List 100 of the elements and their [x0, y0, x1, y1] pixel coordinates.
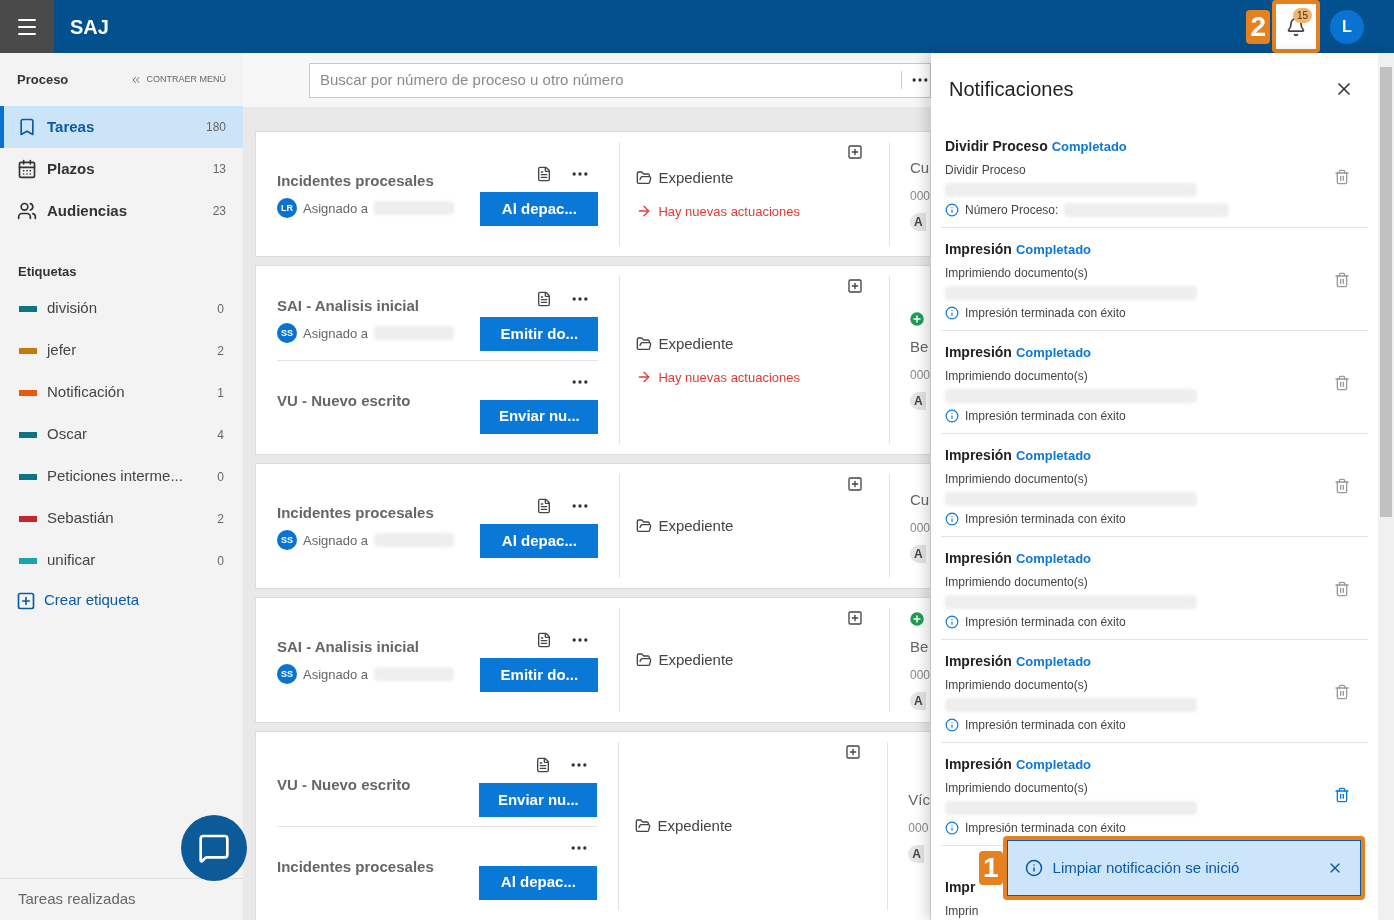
file-label[interactable]: Expediente [658, 514, 734, 538]
task-action-button[interactable]: Enviar nu... [480, 399, 599, 434]
tag-label: unificar [47, 550, 97, 571]
window-plus-icon[interactable] [846, 278, 863, 294]
document-icon[interactable] [535, 757, 552, 773]
tag-item[interactable]: Peticiones interme... 0 [0, 455, 243, 498]
collapse-menu-button[interactable]: CONTRAER MENÚ [130, 72, 226, 87]
window-plus-icon[interactable] [846, 610, 863, 626]
user-avatar: LR [277, 198, 297, 219]
nav-count: 23 [212, 203, 226, 220]
completed-tasks-link[interactable]: Tareas realizadas [18, 888, 136, 911]
document-icon[interactable] [536, 632, 553, 648]
scrollbar[interactable] [1378, 53, 1394, 920]
window-plus-icon[interactable] [845, 744, 862, 760]
create-tag-link[interactable]: Crear etiqueta [0, 585, 243, 616]
tag-count: 2 [217, 510, 224, 528]
file-label[interactable]: Expediente [658, 167, 734, 190]
window-plus-icon[interactable] [846, 476, 863, 492]
nav-item[interactable]: Plazos 13 [0, 148, 243, 190]
tag-label: Oscar [47, 424, 88, 445]
trash-icon[interactable] [1334, 684, 1350, 700]
document-icon[interactable] [536, 166, 553, 182]
file-label[interactable]: Expediente [658, 648, 734, 672]
document-icon[interactable] [536, 291, 553, 307]
column-3-title: Víc [908, 789, 930, 810]
info-icon [1024, 859, 1043, 877]
task-title: SAI - Analisis inicial [277, 295, 420, 316]
tag-item[interactable]: Oscar 4 [0, 413, 243, 456]
tag-count: 1 [217, 384, 224, 402]
tag-item[interactable]: Sebastián 2 [0, 497, 243, 540]
notification-subtitle: Imprimiendo documento(s) [945, 367, 1089, 385]
column-3-number: 000 [909, 520, 930, 538]
tag-label: Notificación [47, 382, 126, 403]
notifications-button[interactable]: 15 [1272, 0, 1320, 53]
people-icon [17, 201, 37, 221]
task-title: Incidentes procesales [277, 170, 435, 191]
user-avatar: SS [277, 664, 297, 685]
user-avatar: SS [277, 530, 297, 551]
new-activity-link[interactable]: Hay nuevas actuaciones [658, 201, 801, 221]
chat-icon [198, 832, 230, 864]
trash-icon[interactable] [1334, 272, 1350, 288]
notification-title: Impresión [945, 548, 1012, 568]
task-action-button[interactable]: Al depac... [479, 865, 598, 900]
trash-icon[interactable] [1334, 375, 1350, 391]
trash-icon[interactable] [1334, 478, 1350, 494]
section-title: Proceso [17, 70, 69, 89]
user-avatar[interactable]: L [1330, 9, 1364, 44]
column-3-title: Be [909, 336, 930, 357]
nav-count: 13 [212, 161, 226, 178]
tag-count: 2 [217, 342, 224, 360]
tag-label: división [47, 298, 99, 319]
column-3-chip: A [909, 392, 926, 411]
status-label: Completado [1015, 652, 1092, 671]
folder-icon [635, 818, 652, 834]
task-action-button[interactable]: Emitir do... [480, 658, 599, 692]
nav-label: Tareas [47, 116, 96, 137]
trash-icon[interactable] [1334, 581, 1350, 597]
file-label[interactable]: Expediente [657, 814, 733, 838]
column-3-number: 000 [908, 820, 930, 838]
notification-detail: Impresión terminada con éxito [965, 819, 1126, 837]
tag-item[interactable]: unificar 0 [0, 539, 243, 582]
window-plus-icon[interactable] [846, 144, 863, 160]
trash-icon[interactable] [1334, 169, 1350, 185]
notification-title: Impresión [945, 651, 1012, 671]
tag-item[interactable]: división 0 [0, 287, 243, 330]
tag-count: 4 [217, 426, 224, 444]
notification-title: Impresión [945, 445, 1012, 465]
document-icon[interactable] [536, 498, 553, 514]
plus-circle-icon[interactable] [907, 609, 926, 628]
info-icon [945, 305, 959, 320]
column-3-title: Cu [909, 157, 930, 178]
add-tag-icon [16, 590, 36, 611]
task-action-button[interactable]: Al depac... [480, 192, 599, 226]
menu-button[interactable] [0, 0, 54, 53]
column-3-number: 000 [909, 367, 930, 385]
notification-detail: Impresión terminada con éxito [965, 304, 1126, 322]
callout-badge: 2 [1246, 9, 1270, 44]
assigned-label: Asignado a [303, 665, 369, 684]
notification-detail: Impresión terminada con éxito [965, 510, 1126, 528]
new-activity-link[interactable]: Hay nuevas actuaciones [658, 367, 801, 387]
task-action-button[interactable]: Al depac... [480, 524, 599, 558]
tags-title: Etiquetas [17, 263, 78, 281]
nav-item[interactable]: Audiencias 23 [0, 190, 243, 232]
task-title: Incidentes procesales [277, 857, 435, 878]
info-icon [945, 820, 959, 835]
column-3-chip: A [909, 213, 926, 232]
task-action-button[interactable]: Enviar nu... [479, 783, 598, 817]
nav-item[interactable]: Tareas 180 [0, 106, 243, 148]
tag-item[interactable]: jefer 2 [0, 329, 243, 372]
status-label: Completado [1015, 343, 1092, 362]
column-3-chip: A [909, 692, 926, 711]
trash-icon[interactable] [1334, 787, 1350, 803]
tag-item[interactable]: Notificación 1 [0, 371, 243, 414]
notification-detail: Impresión terminada con éxito [965, 407, 1126, 425]
task-action-button[interactable]: Emitir do... [480, 317, 599, 351]
folder-icon [636, 652, 653, 668]
plus-circle-icon[interactable] [907, 309, 926, 328]
file-label[interactable]: Expediente [658, 333, 734, 356]
notification-title: Impresión [945, 239, 1012, 259]
search-field[interactable]: Buscar por número de proceso u otro número [309, 62, 931, 98]
